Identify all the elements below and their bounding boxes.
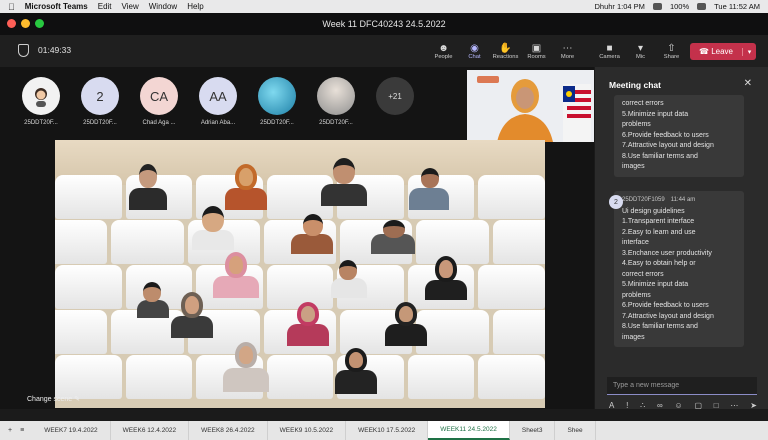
people-button[interactable]: ☻ People (428, 38, 459, 64)
reactions-icon: ✋ (499, 42, 512, 54)
gif-icon[interactable]: ▢ (694, 401, 702, 410)
sheet-tab[interactable]: WEEK10 17.5.2022 (346, 421, 429, 440)
phone-icon: ☎ (699, 47, 709, 56)
people-icon: ☻ (438, 42, 449, 54)
menu-window[interactable]: Window (149, 2, 177, 11)
menu-edit[interactable]: Edit (98, 2, 112, 11)
app-menu[interactable]: Microsoft Teams (25, 2, 88, 11)
seat-row (55, 265, 545, 309)
apple-icon[interactable]:  (8, 2, 15, 12)
leave-button[interactable]: ☎ Leave ▾ (690, 43, 756, 60)
mac-menu-bar:  Microsoft Teams Edit View Window Help … (0, 0, 768, 13)
participant-strip: 25DDT20F... 2 25DDT20F... CA Chad Aga ..… (20, 77, 416, 126)
composer-tools: A ! ∴ ∞ ☺ ▢ □ ⋯ ➤ (609, 401, 757, 410)
sheet-tab[interactable]: WEEK9 10.5.2022 (268, 421, 347, 440)
meeting-title: Week 11 DFC40243 24.5.2022 (322, 19, 446, 29)
sheet-tab[interactable]: WEEK7 19.4.2022 (32, 421, 111, 440)
together-mode-scene (55, 140, 545, 408)
cartoon-avatar-icon (35, 88, 47, 107)
seat-row (55, 355, 545, 399)
chat-icon: ◉ (470, 42, 479, 54)
shield-icon[interactable] (18, 44, 29, 57)
more-options-icon[interactable]: ⋯ (730, 401, 738, 410)
sticker-icon[interactable]: □ (714, 401, 719, 410)
sheet-tab[interactable]: Sheet3 (510, 421, 556, 440)
participant-tile[interactable]: 25DDT20F... (315, 77, 357, 126)
chat-message[interactable]: 25DDT20F1059 11:44 am Ui design guideline… (614, 191, 744, 347)
rooms-icon: ▣ (531, 42, 542, 54)
sheet-tab[interactable]: Shee (555, 421, 596, 440)
rooms-button[interactable]: ▣ Rooms (521, 38, 552, 64)
close-icon[interactable]: ✕ (744, 78, 752, 89)
close-window-button[interactable] (7, 19, 16, 28)
device-tools: ■ Camera ▾ Mic ⇧ Share (594, 38, 687, 64)
change-scene-button[interactable]: Change scene ✎ (27, 395, 80, 403)
presenter-video-image (467, 70, 594, 142)
avatar: AA (199, 77, 237, 115)
avatar: CA (140, 77, 178, 115)
participant-tile[interactable]: 2 25DDT20F... (79, 77, 121, 126)
meeting-stage: 25DDT20F... 2 25DDT20F... CA Chad Aga ..… (0, 67, 594, 409)
battery-icon[interactable] (697, 3, 707, 10)
chevron-down-icon[interactable]: ▾ (742, 47, 756, 56)
message-time: 11:44 am (670, 197, 696, 203)
battery-percent: 100% (669, 2, 690, 11)
more-button[interactable]: ⋯ More (552, 38, 583, 64)
meeting-timer: 01:49:33 (38, 45, 72, 55)
chat-message[interactable]: correct errors 5.Minimize input data pro… (614, 95, 744, 177)
overflow-count: +21 (376, 77, 414, 115)
minimize-window-button[interactable] (21, 19, 30, 28)
send-icon[interactable]: ➤ (750, 401, 757, 410)
priority-icon[interactable]: ! (626, 401, 628, 410)
avatar[interactable]: 2 (609, 195, 623, 209)
window-controls (7, 19, 44, 28)
avatar: 2 (81, 77, 119, 115)
participant-tile[interactable]: CA Chad Aga ... (138, 77, 180, 126)
more-participants-button[interactable]: +21 (374, 77, 416, 126)
sheet-tab[interactable]: WEEK8 26.4.2022 (189, 421, 268, 440)
participant-tile[interactable]: 25DDT20F... (256, 77, 298, 126)
avatar (22, 77, 60, 115)
sheet-list-icon[interactable]: ≡ (20, 427, 24, 434)
format-icon[interactable]: A (609, 401, 614, 410)
prayer-time[interactable]: Dhuhr 1:04 PM (594, 2, 644, 11)
message-meta: 25DDT20F1059 11:44 am (622, 195, 736, 206)
reactions-button[interactable]: ✋ Reactions (490, 38, 521, 64)
sheet-tab[interactable]: WEEK6 12.4.2022 (111, 421, 190, 440)
emoji-icon[interactable]: ☺ (675, 401, 683, 410)
avatar (258, 77, 296, 115)
zoom-window-button[interactable] (35, 19, 44, 28)
sheet-tab-active[interactable]: WEEK11 24.5.2022 (428, 421, 510, 440)
wifi-icon[interactable] (652, 3, 662, 10)
sheet-tab-bar: + ≡ WEEK7 19.4.2022 WEEK6 12.4.2022 WEEK… (0, 421, 768, 440)
camera-button[interactable]: ■ Camera (594, 38, 625, 64)
avatar (317, 77, 355, 115)
message-input[interactable]: Type a new message (607, 377, 757, 395)
mic-icon: ▾ (637, 42, 644, 54)
chat-title: Meeting chat (609, 80, 661, 90)
sheet-nav: + ≡ (0, 427, 32, 434)
meeting-chat-panel: Meeting chat ✕ correct errors 5.Minimize… (594, 67, 768, 409)
pencil-icon: ✎ (74, 396, 80, 403)
mic-button[interactable]: ▾ Mic (625, 38, 656, 64)
share-button[interactable]: ⇧ Share (656, 38, 687, 64)
add-sheet-icon[interactable]: + (8, 427, 12, 434)
attach-icon[interactable]: ∴ (640, 401, 645, 410)
participant-tile[interactable]: 25DDT20F... (20, 77, 62, 126)
clock[interactable]: Tue 11:52 AM (714, 2, 760, 11)
chat-button[interactable]: ◉ Chat (459, 38, 490, 64)
message-sender: 25DDT20F1059 (622, 197, 665, 203)
share-icon: ⇧ (667, 42, 676, 54)
menu-view[interactable]: View (122, 2, 139, 11)
meeting-toolbar: 01:49:33 ☻ People ◉ Chat ✋ Reactions ▣ Rooms… (0, 35, 768, 67)
meeting-tools: ☻ People ◉ Chat ✋ Reactions ▣ Rooms ⋯ More (428, 38, 583, 64)
participant-tile[interactable]: AA Adrian Aba... (197, 77, 239, 126)
loop-icon[interactable]: ∞ (657, 401, 663, 410)
menu-help[interactable]: Help (187, 2, 203, 11)
camera-icon: ■ (606, 42, 613, 54)
more-icon: ⋯ (562, 42, 573, 54)
window-title-bar: Week 11 DFC40243 24.5.2022 (0, 13, 768, 35)
presenter-video[interactable] (467, 70, 594, 142)
